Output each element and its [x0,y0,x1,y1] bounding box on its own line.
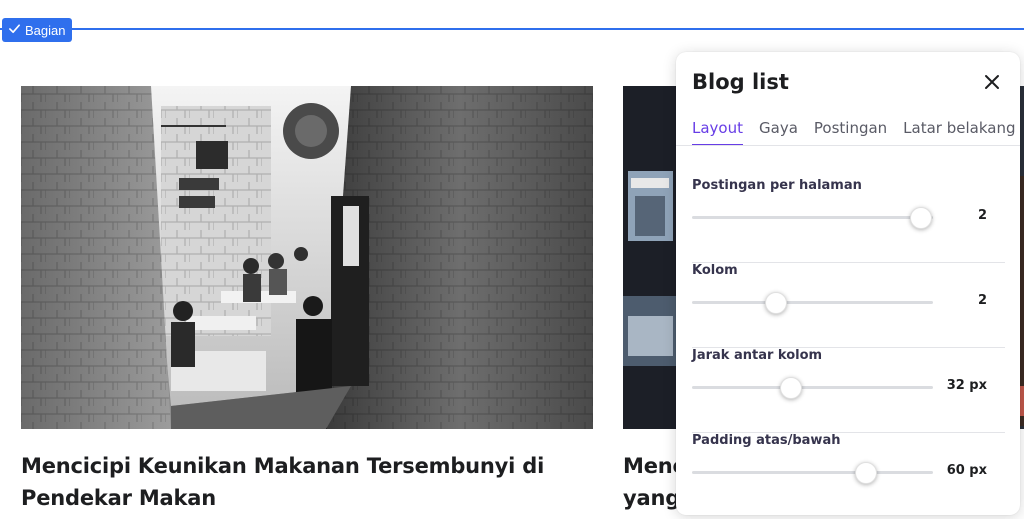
setting-value: 2 [977,293,987,308]
setting-value: 2 [977,208,987,223]
setting-posts-per-page: Postingan per halaman 2 [692,178,1005,263]
slider-thumb[interactable] [909,207,932,229]
setting-vertical-padding: Padding atas/bawah 60 px [692,433,1005,518]
tab-latar-belakang[interactable]: Latar belakang [903,118,1015,146]
setting-value: 32 px [946,378,987,393]
section-badge-label: Bagian [25,22,66,38]
slider-thumb[interactable] [765,292,788,314]
panel-title: Blog list [692,70,789,94]
setting-columns: Kolom 2 [692,263,1005,348]
section-outline [0,28,1024,30]
column-gap-slider[interactable] [692,377,933,399]
panel-tabs: Layout Gaya Postingan Latar belakang [692,118,1024,146]
tab-postingan[interactable]: Postingan [814,118,887,146]
slider-thumb[interactable] [779,377,802,399]
posts-per-page-slider[interactable] [692,207,933,229]
setting-label: Jarak antar kolom [692,348,823,363]
tab-layout[interactable]: Layout [692,118,743,146]
vertical-padding-slider[interactable] [692,462,933,484]
post-title[interactable]: Mencicipi Keunikan Makanan Tersembunyi d… [21,450,581,514]
setting-label: Kolom [692,263,738,278]
check-icon [8,22,21,38]
setting-column-gap: Jarak antar kolom 32 px [692,348,1005,433]
close-button[interactable] [982,72,1002,92]
tab-gaya[interactable]: Gaya [759,118,798,146]
columns-slider[interactable] [692,292,933,314]
slider-thumb[interactable] [854,462,877,484]
close-icon [985,75,999,89]
setting-label: Postingan per halaman [692,178,862,193]
setting-label: Padding atas/bawah [692,433,841,448]
blog-list-settings-panel: Blog list Layout Gaya Postingan Latar be… [676,52,1020,515]
post-image-alley-restaurant[interactable] [21,86,593,429]
section-badge[interactable]: Bagian [2,18,73,42]
setting-value: 60 px [946,463,987,478]
tabs-divider [676,145,1020,146]
